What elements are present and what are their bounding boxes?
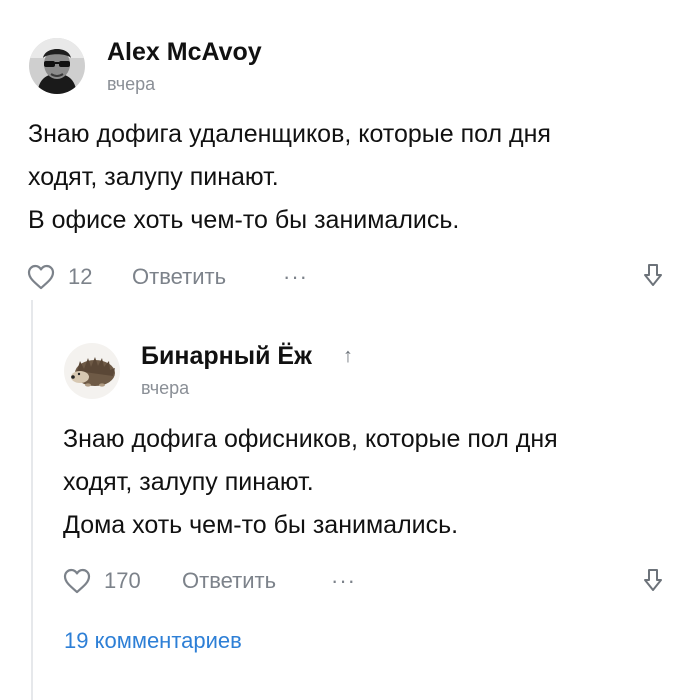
reply-text-line: ходят, залупу пинают. [63, 468, 314, 496]
hedgehog-image [64, 343, 120, 399]
avatar-binary-hedgehog[interactable] [64, 343, 120, 399]
comment-text-line: ходят, залупу пинают. [28, 163, 279, 191]
reply-timestamp: вчера [141, 378, 190, 398]
reply-body: Знаю дофига офисников, которые пол дня х… [63, 418, 558, 547]
reply-author-name[interactable]: Бинарный Ёж [141, 344, 312, 369]
reply-reply-button[interactable]: Ответить [182, 570, 276, 592]
ellipsis-icon[interactable]: ··· [283, 266, 308, 288]
avatar-alex-mcavoy[interactable] [29, 38, 85, 94]
arrow-up-icon[interactable]: ↑ [343, 346, 353, 366]
thread-line [31, 300, 33, 700]
comment-author-name[interactable]: Alex McAvoy [107, 40, 262, 65]
reply-like-button[interactable]: 170 [62, 567, 141, 595]
avatar-photo-image [29, 38, 85, 94]
comment-reply-button[interactable]: Ответить [132, 266, 226, 288]
comment-like-button[interactable]: 12 [26, 263, 92, 291]
reply-text-line: Дома хоть чем-то бы занимались. [63, 511, 459, 539]
reply-like-count: 170 [104, 568, 141, 593]
comment-like-count: 12 [68, 264, 93, 289]
more-comments-link[interactable]: 19 комментариев [64, 630, 242, 652]
comment-body: Знаю дофига удаленщиков, которые пол дня… [28, 113, 551, 242]
heart-icon [27, 264, 55, 290]
comment-text-line: В офисе хоть чем-то бы занимались. [28, 206, 460, 234]
comment-text-line: Знаю дофига удаленщиков, которые пол дня [28, 120, 551, 148]
ellipsis-icon[interactable]: ··· [331, 570, 356, 592]
reply-text-line: Знаю дофига офисников, которые пол дня [63, 425, 558, 453]
arrow-down-icon[interactable] [643, 567, 663, 593]
heart-icon [63, 568, 91, 594]
comment-timestamp: вчера [107, 74, 156, 94]
arrow-down-icon[interactable] [643, 262, 663, 288]
